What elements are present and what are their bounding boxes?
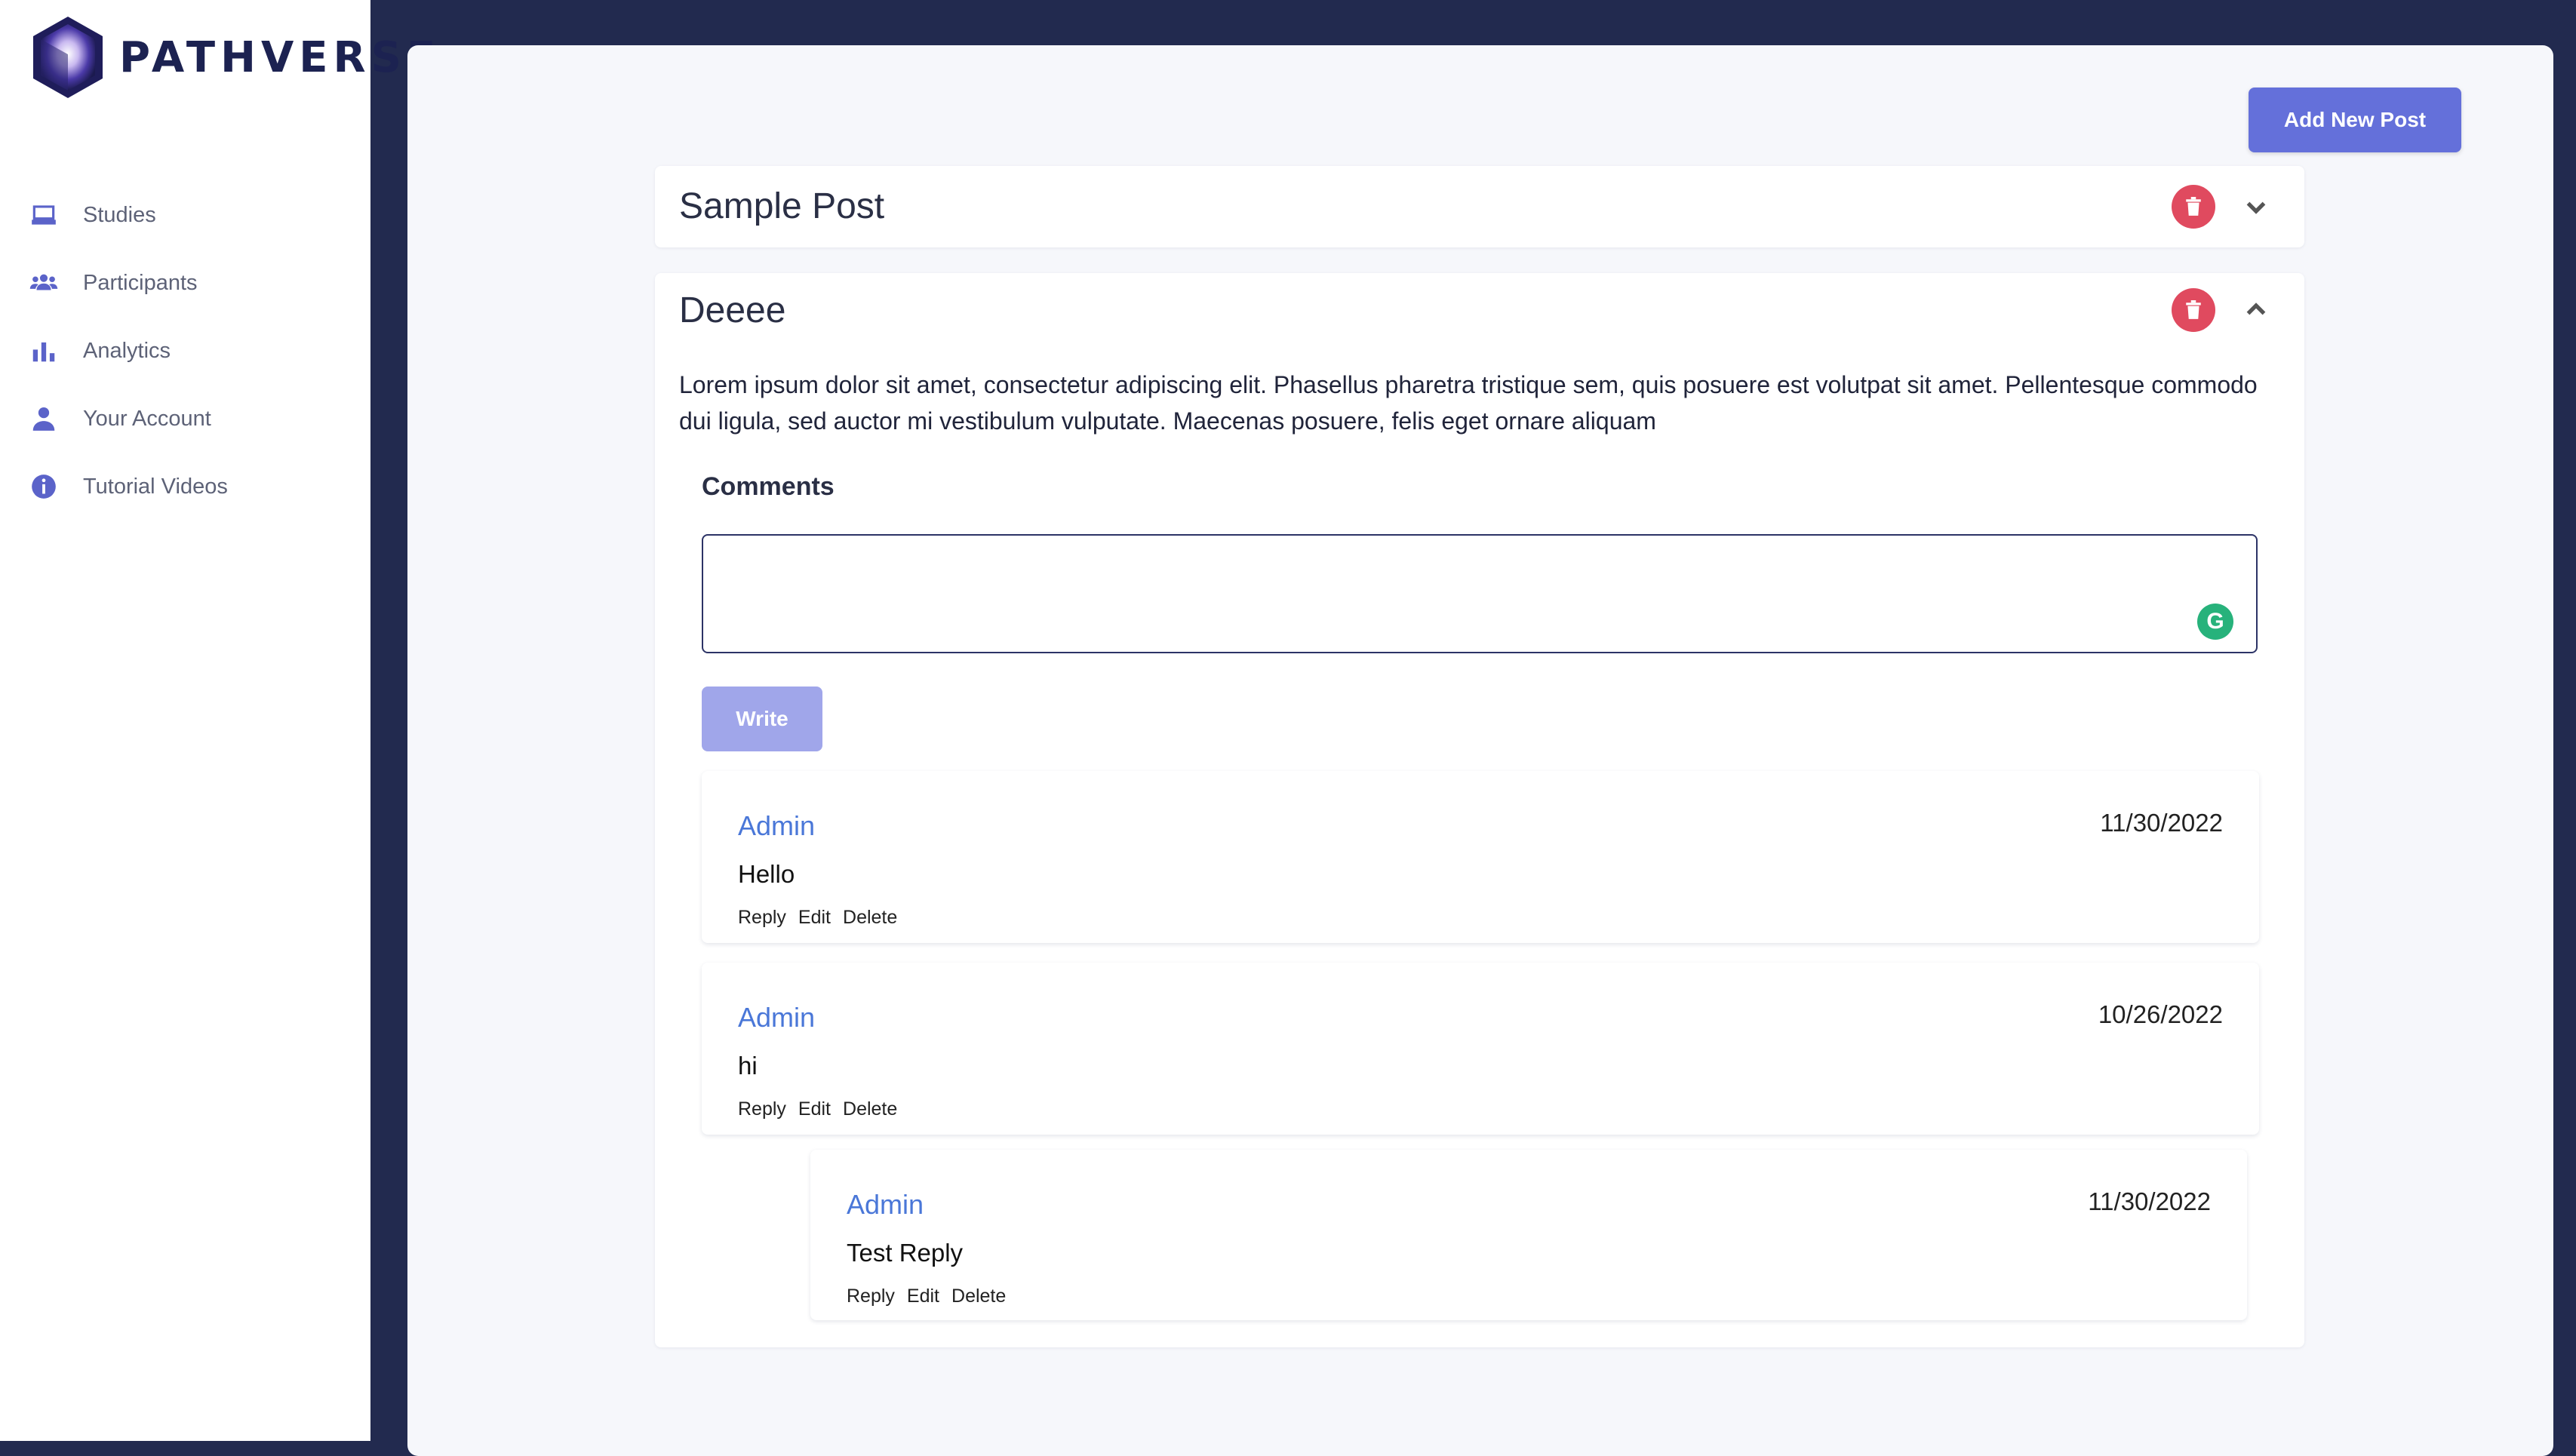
main-panel: Add New Post Sample Post Deeee Lorem ips… [407,45,2553,1456]
edit-link[interactable]: Edit [798,907,831,929]
bar-chart-icon [29,336,59,366]
edit-link[interactable]: Edit [907,1286,939,1307]
comment-card: Admin 10/26/2022 hi Reply Edit Delete [702,963,2259,1135]
comment-date: 10/26/2022 [2098,1000,2223,1028]
delete-post-button[interactable] [2172,288,2215,332]
delete-link[interactable]: Delete [843,1098,897,1120]
comment-actions: Reply Edit Delete [738,1098,897,1120]
comment-author[interactable]: Admin [738,1002,815,1034]
comment-text: Test Reply [847,1239,964,1267]
chevron-down-icon [2246,201,2266,214]
brand-name: PATHVERSE [119,32,441,82]
edit-link[interactable]: Edit [798,1098,831,1120]
delete-post-button[interactable] [2172,185,2215,229]
pathverse-logo-icon [33,17,103,98]
sidebar-item-analytics[interactable]: Analytics [0,317,370,385]
post-title: Sample Post [679,186,885,226]
grammarly-icon[interactable]: G [2197,604,2233,640]
users-icon [29,268,59,298]
trash-icon [2186,300,2201,319]
comment-input[interactable]: G [702,534,2258,653]
comment-card: Admin 11/30/2022 Hello Reply Edit Delete [702,771,2259,943]
sidebar-item-label: Studies [83,202,156,227]
post-body: Lorem ipsum dolor sit amet, consectetur … [679,371,2258,435]
sidebar-item-label: Analytics [83,338,171,363]
comment-date: 11/30/2022 [2100,809,2223,837]
sidebar-item-participants[interactable]: Participants [0,249,370,317]
logo[interactable]: PATHVERSE [30,15,441,100]
post-card: Deeee Lorem ipsum dolor sit amet, consec… [655,273,2304,1347]
post-title: Deeee [679,290,786,330]
sidebar: PATHVERSE Studies Participants Analytics… [0,0,435,1441]
comments-heading: Comments [702,472,835,501]
reply-link[interactable]: Reply [738,907,786,929]
sidebar-item-studies[interactable]: Studies [0,181,370,249]
comment-actions: Reply Edit Delete [738,907,897,929]
comment-author[interactable]: Admin [847,1189,924,1221]
sidebar-item-your-account[interactable]: Your Account [0,385,370,453]
user-icon [29,404,59,434]
reply-card: Admin 11/30/2022 Test Reply Reply Edit D… [810,1150,2247,1320]
comment-text: hi [738,1052,758,1080]
comment-date: 11/30/2022 [2088,1187,2211,1215]
comment-author[interactable]: Admin [738,810,815,842]
write-button[interactable]: Write [702,687,822,751]
delete-link[interactable]: Delete [843,907,897,929]
laptop-icon [29,200,59,230]
collapse-post-button[interactable] [2242,296,2270,324]
add-new-post-button[interactable]: Add New Post [2249,88,2461,152]
chevron-up-icon [2246,303,2266,315]
sidebar-item-label: Tutorial Videos [83,474,228,499]
reply-link[interactable]: Reply [847,1286,895,1307]
expand-post-button[interactable] [2242,193,2270,220]
info-icon [29,472,59,502]
delete-link[interactable]: Delete [951,1286,1006,1307]
comment-text: Hello [738,860,795,888]
comment-actions: Reply Edit Delete [847,1286,1006,1307]
sidebar-nav: Studies Participants Analytics Your Acco… [0,181,370,521]
trash-icon [2186,197,2201,216]
reply-link[interactable]: Reply [738,1098,786,1120]
sidebar-item-tutorial-videos[interactable]: Tutorial Videos [0,453,370,521]
sidebar-item-label: Your Account [83,406,211,431]
post-card[interactable]: Sample Post [655,166,2304,247]
sidebar-item-label: Participants [83,270,198,295]
